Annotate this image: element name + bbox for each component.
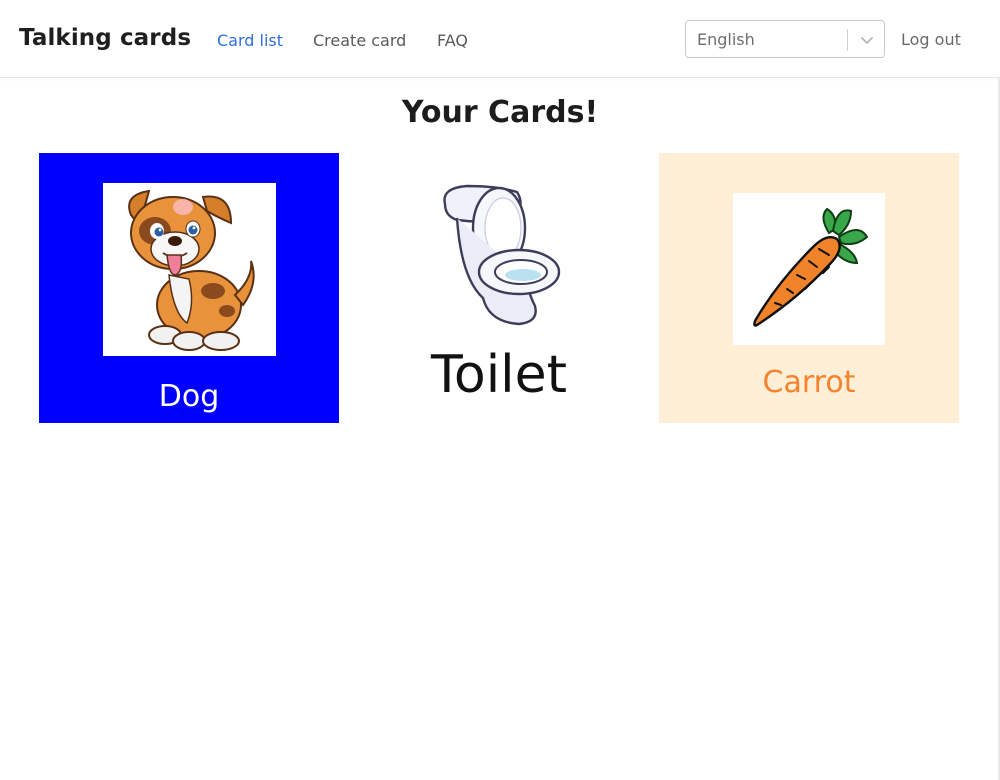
dog-image bbox=[128, 189, 255, 351]
card-image-frame bbox=[103, 183, 276, 356]
toilet-image bbox=[443, 184, 561, 326]
card-carrot[interactable]: Carrot bbox=[659, 153, 959, 423]
language-select[interactable]: English bbox=[685, 20, 885, 58]
nav-card-list[interactable]: Card list bbox=[217, 31, 283, 50]
page-title: Your Cards! bbox=[401, 95, 599, 130]
select-separator bbox=[847, 29, 848, 51]
language-select-value: English bbox=[697, 30, 755, 49]
card-label: Dog bbox=[158, 379, 220, 414]
carrot-image bbox=[753, 207, 869, 327]
nav-create-card[interactable]: Create card bbox=[313, 31, 406, 50]
logout-link[interactable]: Log out bbox=[901, 30, 961, 49]
card-dog[interactable]: Dog bbox=[39, 153, 339, 423]
card-toilet[interactable]: Toilet bbox=[349, 153, 649, 423]
card-label: Toilet bbox=[430, 345, 568, 405]
brand-title[interactable]: Talking cards bbox=[19, 25, 191, 51]
card-image-frame bbox=[733, 193, 885, 345]
nav-faq[interactable]: FAQ bbox=[437, 31, 468, 50]
top-navbar: Talking cards Card list Create card FAQ … bbox=[0, 0, 1000, 78]
card-label: Carrot bbox=[762, 365, 856, 400]
chevron-down-icon[interactable] bbox=[858, 31, 876, 49]
card-image-frame bbox=[427, 178, 572, 328]
